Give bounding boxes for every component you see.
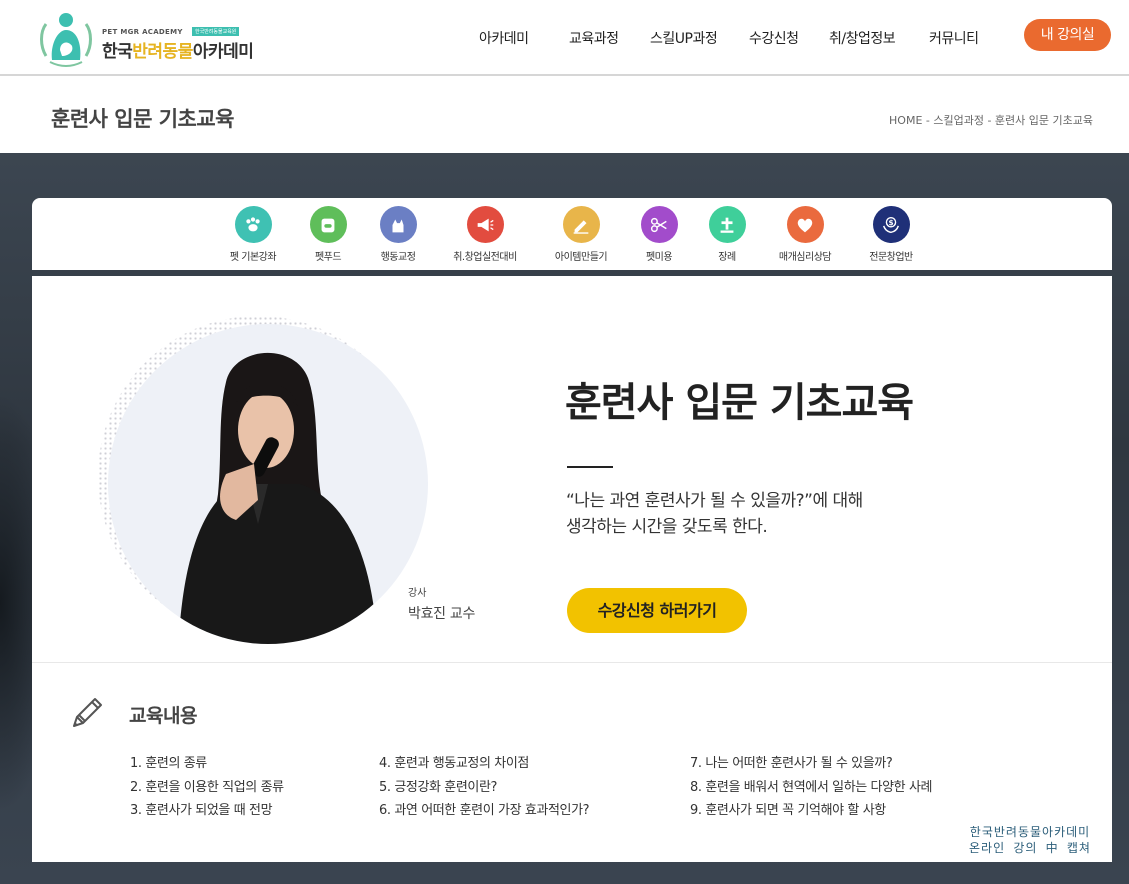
curriculum-column-3: 7. 나는 어떠한 훈련사가 될 수 있을까? 8. 훈련을 배워서 현역에서 … — [690, 752, 932, 823]
breadcrumb: HOME - 스킬업과정 - 훈련사 입문 기초교육 — [889, 114, 1093, 127]
dollar-hands-icon: $ — [872, 206, 910, 243]
curriculum-item: 3. 훈련사가 되었을 때 전망 — [130, 803, 273, 818]
category-bar: 펫 기본강좌 펫푸드 행동교정 취.창업실전대비 아이템만들기 펫미용 장례 매… — [32, 198, 1112, 270]
curriculum-column-1: 1. 훈련의 종류 2. 훈련을 이용한 직업의 종류 3. 훈련사가 되었을 … — [130, 752, 284, 823]
category-label: 펫푸드 — [314, 252, 342, 263]
my-course-button[interactable]: 내 강의실 — [1024, 19, 1111, 51]
category-label: 펫 기본강좌 — [229, 252, 277, 263]
category-label: 매개심리상담 — [778, 252, 832, 263]
category-therapy[interactable]: 매개심리상담 — [765, 206, 845, 263]
nav-item-academy[interactable]: 아카데미 — [479, 28, 529, 48]
category-label: 취.창업실전대비 — [453, 252, 517, 263]
course-title: 훈련사 입문 기초교육 — [565, 380, 914, 426]
scissors-icon — [640, 206, 678, 243]
category-item-making[interactable]: 아이템만들기 — [541, 206, 621, 263]
category-startup[interactable]: $ 전문창업반 — [851, 206, 931, 263]
watermark-caption: 한국반려동물아카데미 온라인 강의 中 캡쳐 — [960, 824, 1100, 856]
pencil-icon — [562, 206, 600, 243]
dog-icon — [379, 206, 417, 243]
page-title-bar: 훈련사 입문 기초교육 HOME - 스킬업과정 - 훈련사 입문 기초교육 — [0, 78, 1129, 153]
curriculum-heading: 교육내용 — [129, 705, 197, 727]
nav-item-skillup[interactable]: 스킬UP과정 — [650, 28, 718, 48]
instructor-photo — [98, 316, 430, 646]
watermark-line2: 온라인 강의 中 캡쳐 — [969, 841, 1091, 855]
paw-icon — [234, 206, 272, 243]
section-divider — [32, 662, 1112, 663]
curriculum-item: 9. 훈련사가 되면 꼭 기억해야 할 사항 — [690, 803, 886, 818]
heart-icon — [786, 206, 824, 243]
category-label: 행동교정 — [380, 252, 416, 263]
curriculum-item: 7. 나는 어떠한 훈련사가 될 수 있을까? — [690, 756, 893, 771]
course-description: “나는 과연 훈련사가 될 수 있을까?”에 대해 생각하는 시간을 갖도록 한… — [566, 488, 946, 540]
category-label: 아이템만들기 — [554, 252, 608, 263]
nav-item-jobs[interactable]: 취/창업정보 — [829, 28, 896, 48]
curriculum-item: 2. 훈련을 이용한 직업의 종류 — [130, 779, 284, 795]
title-divider — [567, 466, 613, 468]
nav-item-curriculum[interactable]: 교육과정 — [569, 28, 619, 48]
svg-text:$: $ — [888, 218, 893, 227]
course-desc-line2: 생각하는 시간을 갖도록 한다. — [566, 517, 768, 537]
curriculum-item: 6. 과연 어떠한 훈련이 가장 효과적인가? — [379, 803, 590, 818]
logo-name: 한국반려동물아카데미 — [102, 37, 254, 62]
dog-food-icon — [309, 206, 347, 243]
category-pet-food[interactable]: 펫푸드 — [288, 206, 368, 263]
apply-button[interactable]: 수강신청 하러가기 — [567, 588, 747, 633]
instructor-role: 강사 — [408, 588, 427, 599]
curriculum-column-2: 4. 훈련과 행동교정의 차이점 5. 긍정강화 훈련이란? 6. 과연 어떠한… — [379, 752, 590, 823]
category-pet-basics[interactable]: 펫 기본강좌 — [213, 206, 293, 263]
logo-name-part2: 아카데미 — [192, 42, 254, 62]
logo-subtitle: PET MGR ACADEMY — [102, 28, 183, 36]
category-funeral[interactable]: 장례 — [687, 206, 767, 263]
logo-tag: 한국반려동물교육원 — [192, 27, 240, 36]
category-label: 전문창업반 — [869, 252, 913, 263]
category-label: 장례 — [718, 252, 736, 263]
logo-emblem-icon — [40, 13, 92, 67]
cross-icon — [708, 206, 746, 243]
course-desc-line1: “나는 과연 훈련사가 될 수 있을까?”에 대해 — [566, 491, 863, 511]
page-title: 훈련사 입문 기초교육 — [51, 107, 235, 131]
curriculum-item: 5. 긍정강화 훈련이란? — [379, 779, 498, 795]
curriculum-item: 1. 훈련의 종류 — [130, 756, 207, 771]
watermark-line1: 한국반려동물아카데미 — [969, 825, 1091, 839]
instructor-illustration — [178, 352, 378, 644]
pencil-icon — [73, 698, 102, 727]
logo-name-highlight: 반려동물 — [132, 42, 193, 62]
curriculum-item: 8. 훈련을 배워서 현역에서 일하는 다양한 사례 — [690, 779, 933, 795]
category-career-prep[interactable]: 취.창업실전대비 — [445, 206, 525, 263]
site-logo[interactable]: PET MGR ACADEMY 한국반려동물교육원 한국반려동물아카데미 — [38, 10, 258, 68]
site-header: PET MGR ACADEMY 한국반려동물교육원 한국반려동물아카데미 아카데… — [0, 0, 1129, 76]
category-behavior[interactable]: 행동교정 — [358, 206, 438, 263]
megaphone-icon — [466, 206, 504, 243]
logo-name-part1: 한국 — [102, 42, 133, 62]
instructor-photo-circle — [108, 324, 428, 644]
nav-item-enroll[interactable]: 수강신청 — [749, 28, 799, 48]
nav-item-community[interactable]: 커뮤니티 — [929, 28, 979, 48]
course-card: 강사 박효진 교수 훈련사 입문 기초교육 “나는 과연 훈련사가 될 수 있을… — [32, 276, 1112, 862]
instructor-name: 박효진 교수 — [408, 606, 476, 622]
curriculum-item: 4. 훈련과 행동교정의 차이점 — [379, 756, 529, 771]
